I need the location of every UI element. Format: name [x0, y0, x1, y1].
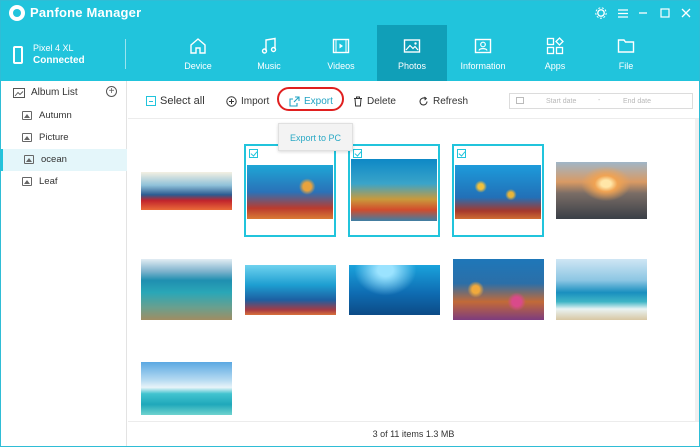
photo-thumbnail[interactable]	[556, 259, 647, 320]
album-icon	[13, 88, 25, 98]
photo-thumbnail	[351, 159, 437, 221]
sidebar-item-label: Autumn	[39, 110, 72, 121]
import-button[interactable]: Import	[226, 93, 269, 109]
photo-grid-scrollbar[interactable]	[695, 119, 699, 421]
tab-device[interactable]: Device	[163, 25, 233, 81]
refresh-button[interactable]: Refresh	[418, 93, 468, 109]
app-logo-icon	[9, 5, 25, 21]
close-icon[interactable]	[677, 4, 695, 22]
export-dropdown-menu: Export to PC	[278, 123, 353, 151]
delete-button[interactable]: Delete	[353, 93, 396, 109]
photo-thumbnail	[455, 165, 541, 219]
refresh-icon	[419, 96, 428, 105]
photo-thumbnail[interactable]	[453, 259, 544, 320]
delete-label: Delete	[367, 95, 396, 107]
check-icon[interactable]	[249, 149, 258, 158]
app-window: Panfone Manager Pixel 4 XL Connected Dev…	[0, 0, 700, 447]
tab-label: Information	[460, 61, 506, 71]
album-icon	[22, 177, 32, 186]
import-label: Import	[241, 95, 270, 107]
album-list-title: Album List	[31, 87, 78, 98]
status-bar: 3 of 11 items 1.3 MB	[128, 421, 699, 446]
folder-icon	[617, 39, 635, 53]
sidebar-item-label: Picture	[39, 132, 69, 143]
tab-information[interactable]: Information	[448, 25, 518, 81]
export-highlight-ring	[277, 87, 344, 111]
calendar-icon	[516, 97, 524, 104]
app-title: Panfone Manager	[30, 5, 142, 20]
check-icon[interactable]	[457, 149, 466, 158]
music-icon	[261, 37, 277, 54]
title-bar: Panfone Manager	[1, 1, 699, 25]
sidebar-item-picture[interactable]: Picture	[1, 127, 127, 149]
select-all-button[interactable]: Select all	[146, 93, 205, 109]
sidebar-item-label: Leaf	[39, 176, 58, 187]
photo-thumbnail[interactable]	[556, 162, 647, 219]
tab-apps[interactable]: Apps	[520, 25, 590, 81]
nav-divider	[125, 39, 126, 69]
apps-icon	[546, 37, 564, 55]
add-album-button[interactable]: +	[106, 86, 117, 97]
tab-label: Music	[257, 61, 281, 71]
device-name: Pixel 4 XL	[33, 43, 74, 53]
end-date-field[interactable]: End date	[623, 98, 651, 105]
home-icon	[190, 38, 206, 54]
photo-icon	[403, 39, 421, 53]
album-icon	[24, 155, 34, 164]
album-icon	[22, 111, 32, 120]
tab-videos[interactable]: Videos	[306, 25, 376, 81]
start-date-field[interactable]: Start date	[546, 98, 576, 105]
photo-card-selected[interactable]	[244, 144, 336, 237]
photo-thumbnail[interactable]	[141, 172, 232, 210]
tab-label: File	[618, 61, 634, 71]
photo-thumbnail[interactable]	[141, 259, 232, 320]
sidebar-item-ocean[interactable]: ocean	[1, 149, 127, 171]
sidebar-item-leaf[interactable]: Leaf	[1, 171, 127, 193]
date-range-picker[interactable]: Start date - End date	[509, 93, 693, 109]
tab-label: Device	[184, 61, 212, 71]
sidebar-item-autumn[interactable]: Autumn	[1, 105, 127, 127]
menu-icon[interactable]	[614, 4, 632, 22]
contact-card-icon	[474, 38, 492, 54]
photo-thumbnail[interactable]	[141, 362, 232, 415]
tab-label: Apps	[544, 61, 566, 71]
trash-icon	[354, 96, 362, 106]
sidebar-item-label: ocean	[41, 154, 67, 165]
settings-icon[interactable]	[592, 4, 610, 22]
minimize-icon[interactable]	[634, 4, 652, 22]
photo-card-selected[interactable]	[452, 144, 544, 237]
status-text: 3 of 11 items 1.3 MB	[372, 429, 455, 439]
export-to-pc-menu-item[interactable]: Export to PC	[290, 133, 341, 143]
date-separator: -	[598, 97, 601, 104]
refresh-label: Refresh	[433, 95, 469, 107]
tab-photos[interactable]: Photos	[377, 25, 447, 81]
album-list-header: Album List +	[1, 81, 127, 105]
photo-card-selected[interactable]	[348, 144, 440, 237]
photo-thumbnail[interactable]	[245, 265, 336, 315]
album-icon	[22, 133, 32, 142]
phone-icon	[13, 46, 23, 64]
video-icon	[332, 38, 350, 54]
tab-file[interactable]: File	[591, 25, 661, 81]
photo-thumbnail	[247, 165, 333, 219]
photo-toolbar: Select all Import Export Delete Refresh …	[128, 81, 699, 119]
select-all-label: Select all	[160, 95, 205, 107]
device-status: Connected	[33, 55, 85, 66]
photo-thumbnail[interactable]	[349, 265, 440, 315]
tab-label: Videos	[327, 61, 355, 71]
tab-music[interactable]: Music	[234, 25, 304, 81]
album-sidebar: Album List + Autumn Picture ocean Leaf	[1, 81, 127, 446]
tab-label: Photos	[397, 61, 427, 71]
import-icon	[226, 95, 237, 107]
main-nav: Pixel 4 XL Connected Device Music Videos…	[1, 25, 699, 81]
check-icon[interactable]	[353, 149, 362, 158]
checkbox-icon	[146, 96, 156, 106]
maximize-icon[interactable]	[656, 4, 674, 22]
